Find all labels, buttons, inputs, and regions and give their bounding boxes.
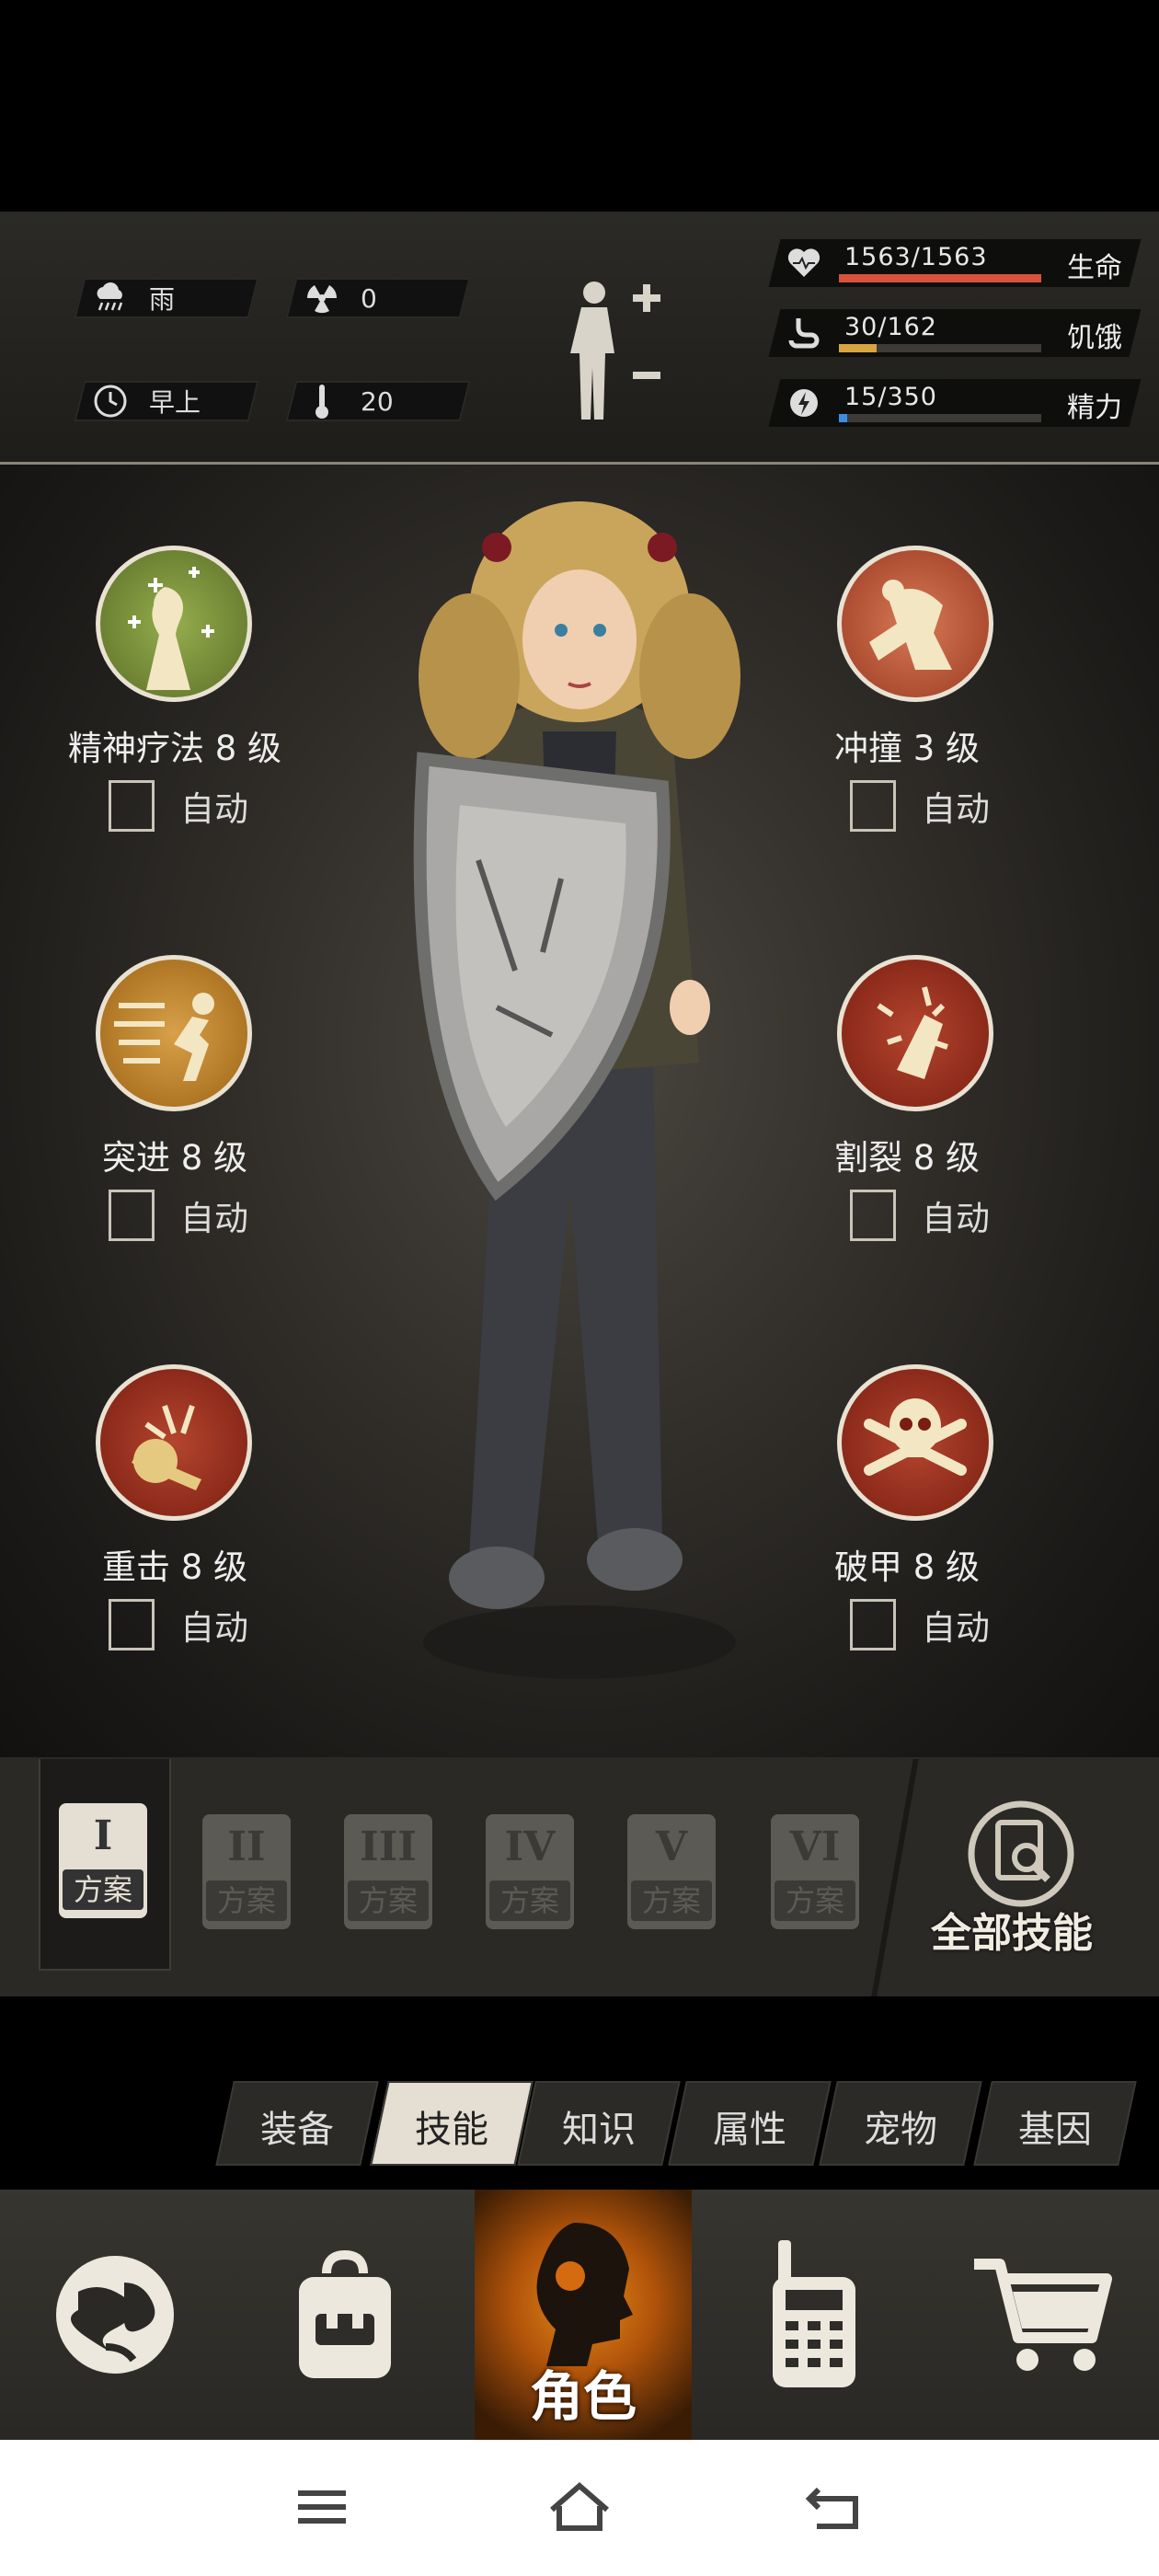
plan-6-button[interactable]: VI 方案 [771,1814,859,1929]
auto-toggle[interactable]: 自动 [850,1599,990,1650]
heart-icon [786,245,822,282]
backpack-icon [299,2249,391,2378]
auto-toggle[interactable]: 自动 [850,1190,990,1241]
nav-shop[interactable] [929,2190,1159,2440]
skill-name: 重击 8 级 [101,1547,248,1587]
weather-value: 雨 [149,284,176,315]
all-skills-button[interactable]: 全部技能 [897,1799,1127,1957]
skill-mind-therapy[interactable]: 精神疗法 8 级 自动 [37,546,281,849]
smash-icon [96,1364,252,1521]
skill-name: 精神疗法 8 级 [67,729,282,768]
health-bar: 1563/1563 生命 [768,239,1142,287]
hunger-bar: 30/162 饥饿 [768,309,1142,357]
system-nav-bar [0,2440,1159,2576]
charge-icon [837,546,993,702]
rain-cloud-icon [92,280,129,316]
auto-checkbox[interactable] [109,1599,155,1650]
menu-button[interactable] [276,2475,368,2539]
plan-1-button[interactable]: I 方案 [59,1803,147,1918]
auto-checkbox[interactable] [850,1190,896,1241]
dash-icon [96,955,252,1111]
cart-icon [974,2259,1112,2371]
auto-checkbox[interactable] [850,1599,896,1650]
nav-world-map[interactable] [0,2190,230,2440]
plan-5-button[interactable]: V 方案 [627,1814,716,1929]
auto-checkbox[interactable] [109,780,155,832]
bottom-nav: 角色 [0,2190,1159,2440]
skill-dash[interactable]: 突进 8 级 自动 [37,955,276,1259]
body-status-button[interactable] [559,272,670,429]
plan-3-button[interactable]: III 方案 [344,1814,432,1929]
temperature-value: 20 [361,385,394,417]
back-icon [805,2487,858,2529]
energy-icon [786,385,822,421]
nav-backpack[interactable] [230,2190,460,2440]
tab-knowledge[interactable]: 知识 [517,2081,681,2166]
auto-toggle[interactable]: 自动 [109,1599,248,1650]
mind-therapy-icon [96,546,252,702]
tab-equipment[interactable]: 装备 [215,2081,379,2166]
menu-icon [298,2490,346,2524]
radiation-value: 0 [361,282,377,314]
plan-4-button[interactable]: IV 方案 [486,1814,574,1929]
skill-charge[interactable]: 冲撞 3 级 自动 [778,546,1017,849]
skill-name: 破甲 8 级 [833,1547,981,1587]
skill-armor-break[interactable]: 破甲 8 级 自动 [778,1364,1017,1668]
temperature-pill: 20 [285,381,471,421]
auto-toggle[interactable]: 自动 [109,780,248,832]
clock-icon [92,383,129,420]
skill-name: 冲撞 3 级 [833,729,981,768]
plan-2-button[interactable]: II 方案 [202,1814,291,1929]
weather-pill: 雨 [74,278,259,318]
time-value: 早上 [149,387,201,418]
tab-genes[interactable]: 基因 [973,2081,1137,2166]
skill-name: 突进 8 级 [101,1138,248,1178]
skill-smash[interactable]: 重击 8 级 自动 [37,1364,276,1668]
globe-icon [56,2256,174,2374]
skill-name: 割裂 8 级 [833,1138,981,1178]
auto-toggle[interactable]: 自动 [850,780,990,832]
tab-skills[interactable]: 技能 [370,2081,534,2166]
character-scene: 精神疗法 8 级 自动 冲撞 3 级 自动 突进 8 级 自动 割裂 8 级 自… [0,465,1159,1757]
energy-bar: 15/350 精力 [768,379,1142,427]
thermometer-icon [304,383,340,420]
character-illustration [413,501,740,1679]
home-button[interactable] [534,2475,625,2539]
status-panel: 雨 0 早上 20 1563/1563 生命 30/162 饥饿 15/350 … [0,212,1159,465]
back-button[interactable] [791,2475,883,2539]
time-pill: 早上 [74,381,259,421]
home-icon [550,2482,609,2531]
body-plus-minus-icon [570,282,660,420]
skill-rend[interactable]: 割裂 8 级 自动 [778,955,1017,1259]
auto-checkbox[interactable] [109,1190,155,1241]
tab-attributes[interactable]: 属性 [668,2081,832,2166]
tab-pets[interactable]: 宠物 [819,2081,982,2166]
character-icon [536,2223,633,2366]
armor-break-icon [837,1364,993,1521]
walkie-talkie-icon [773,2240,855,2387]
magnifier-doc-icon [968,1800,1074,1907]
stomach-icon [786,315,822,351]
nav-radio[interactable] [699,2190,929,2440]
auto-toggle[interactable]: 自动 [109,1190,248,1241]
radiation-icon [304,280,340,316]
radiation-pill: 0 [285,278,471,318]
nav-character[interactable]: 角色 [475,2190,692,2440]
auto-checkbox[interactable] [850,780,896,832]
rend-icon [837,955,993,1111]
